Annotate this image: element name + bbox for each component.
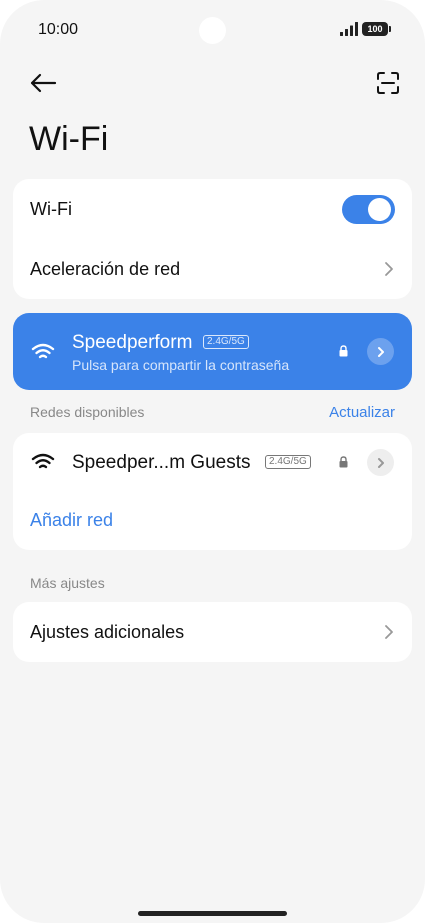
lock-icon [339, 456, 348, 468]
phone-screen: 10:00 100 Wi-Fi Wi-Fi Aceleración de red… [0, 0, 425, 923]
more-settings-card: Ajustes adicionales [13, 602, 412, 662]
chevron-right-icon [377, 346, 384, 357]
chevron-right-icon [377, 457, 384, 468]
lock-icon [339, 345, 348, 357]
back-button[interactable] [28, 68, 58, 98]
battery-icon: 100 [362, 22, 391, 36]
home-indicator[interactable] [138, 911, 287, 916]
connected-network[interactable]: Speedperform 2.4G/5G Pulsa para comparti… [13, 313, 412, 390]
connected-network-details-button[interactable] [367, 338, 394, 365]
available-networks-card: Speedper...m Guests 2.4G/5G Añadir red [13, 433, 412, 550]
signal-icon [340, 22, 358, 36]
scan-qr-button[interactable] [373, 68, 403, 98]
network-acceleration-row[interactable]: Aceleración de red [13, 239, 412, 299]
battery-level: 100 [367, 24, 383, 34]
front-camera [199, 17, 226, 44]
chevron-right-icon [385, 262, 393, 276]
refresh-button[interactable]: Actualizar [329, 404, 395, 421]
wifi-label: Wi-Fi [30, 198, 72, 219]
connected-network-name: Speedperform [72, 332, 193, 353]
additional-settings-label: Ajustes adicionales [30, 621, 185, 642]
wifi-toggle-row[interactable]: Wi-Fi [13, 179, 412, 239]
wifi-signal-icon [31, 453, 55, 469]
page-title: Wi-Fi [29, 120, 109, 158]
status-time: 10:00 [38, 21, 79, 38]
band-badge: 2.4G/5G [265, 455, 311, 469]
chevron-right-icon [385, 625, 393, 639]
status-bar: 10:00 100 [0, 0, 425, 60]
wifi-signal-icon [31, 343, 55, 359]
toggle-knob [368, 198, 391, 221]
wifi-settings-card: Wi-Fi Aceleración de red [13, 179, 412, 299]
network-acceleration-label: Aceleración de red [30, 258, 181, 279]
additional-settings-row[interactable]: Ajustes adicionales [13, 602, 412, 662]
band-badge: 2.4G/5G [203, 335, 249, 349]
wifi-toggle[interactable] [342, 195, 395, 224]
back-arrow-icon [30, 73, 57, 93]
more-settings-label: Más ajustes [30, 575, 105, 591]
network-details-button[interactable] [367, 449, 394, 476]
share-password-hint: Pulsa para compartir la contraseña [72, 357, 290, 373]
add-network-button[interactable]: Añadir red [30, 510, 113, 531]
scan-icon [377, 72, 399, 94]
available-networks-label: Redes disponibles [30, 404, 145, 420]
network-name: Speedper...m Guests [72, 452, 251, 473]
network-list-item[interactable]: Speedper...m Guests 2.4G/5G [13, 433, 412, 491]
